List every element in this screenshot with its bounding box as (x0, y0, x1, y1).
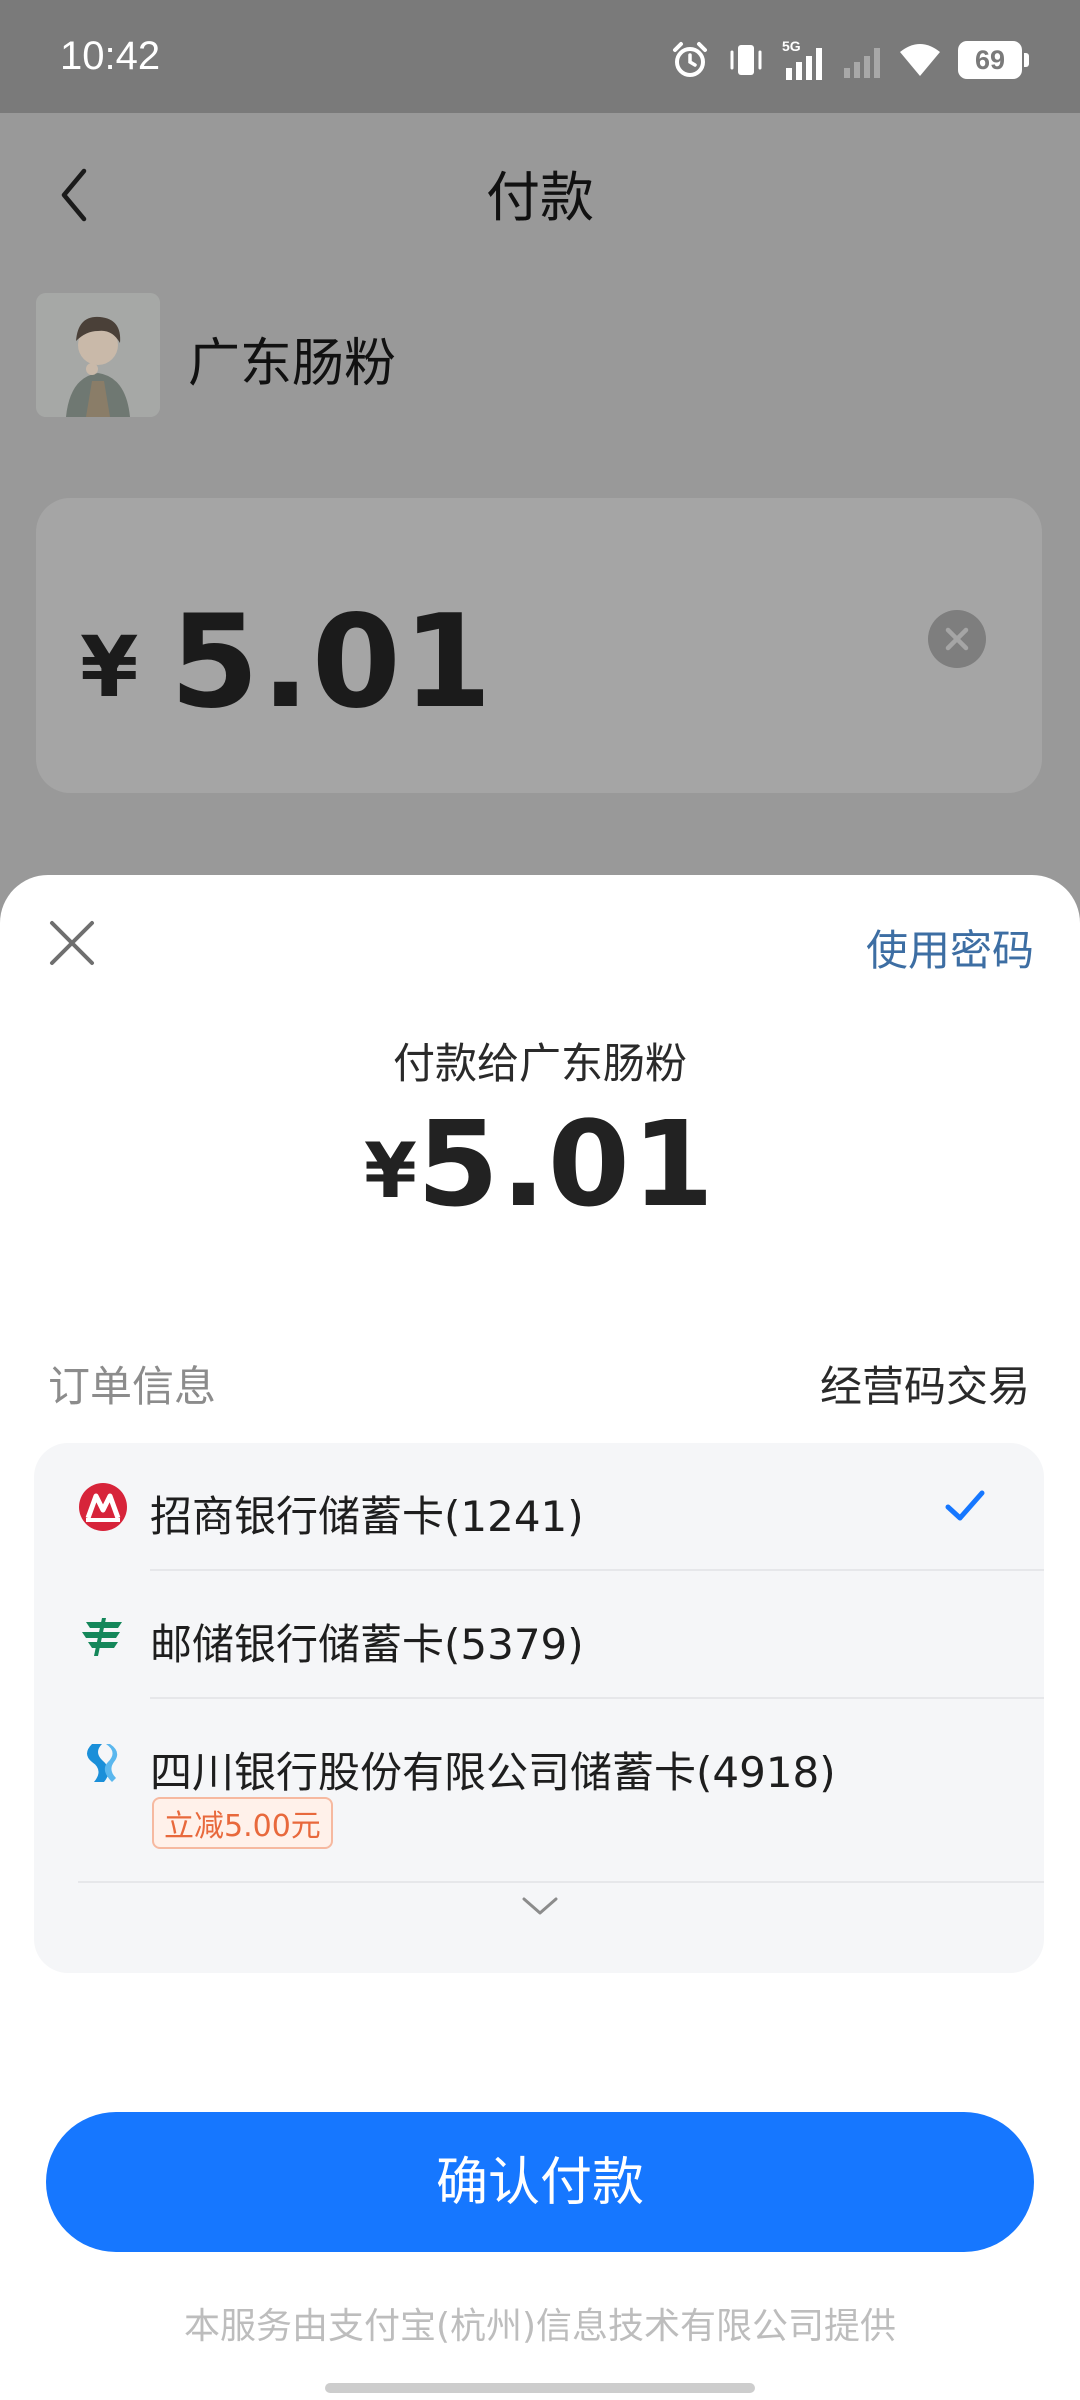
alarm-icon (673, 42, 707, 77)
checkmark-icon (945, 1490, 985, 1521)
currency-symbol: ¥ (80, 618, 139, 716)
pay-to-label: 付款给广东肠粉 (392, 1039, 687, 1088)
avatar-illustration (36, 293, 160, 417)
close-icon[interactable] (44, 915, 100, 971)
cmb-bank-icon (79, 1483, 127, 1531)
clear-amount-button[interactable] (928, 610, 986, 668)
confirm-payment-button[interactable]: 确认付款 (46, 2112, 1034, 2252)
promo-badge: 立减5.00元 (152, 1797, 333, 1849)
home-indicator[interactable] (325, 2383, 755, 2393)
sichuan-bank-icon (87, 1744, 118, 1782)
payment-method-row[interactable]: 四川银行股份有限公司储蓄卡(4918) (34, 1699, 1044, 1881)
merchant-name: 广东肠粉 (188, 334, 397, 394)
status-bar: 10:42 5G 69 (0, 0, 1080, 113)
list-divider (78, 1881, 1044, 1883)
status-icons: 5G 69 (670, 38, 1029, 82)
svg-text:5G: 5G (782, 38, 801, 54)
vibrate-icon (730, 45, 762, 75)
amount-value: 5.01 (416, 1095, 717, 1233)
payment-method-row[interactable]: 邮储银行储蓄卡(5379) (34, 1571, 1044, 1699)
signal-icon (844, 48, 880, 78)
wifi-icon (900, 44, 940, 76)
payment-confirm-sheet: 使用密码 付款给广东肠粉 ¥5.01 订单信息 经营码交易 招商银行储蓄卡(12… (0, 875, 1080, 2400)
battery-icon: 69 (958, 41, 1029, 79)
status-time: 10:42 (60, 34, 161, 78)
order-type: 经营码交易 (819, 1362, 1030, 1411)
psbc-bank-icon (82, 1618, 122, 1656)
currency-symbol: ¥ (363, 1126, 417, 1215)
payment-method-name: 邮储银行储蓄卡(5379) (150, 1620, 584, 1669)
payment-method-name: 四川银行股份有限公司储蓄卡(4918) (150, 1748, 836, 1797)
order-info-label[interactable]: 订单信息 (48, 1353, 216, 1414)
chevron-down-icon (522, 1897, 558, 1915)
signal-5g-icon: 5G (782, 38, 822, 80)
page-title: 付款 (486, 166, 594, 229)
payment-amount: ¥5.01 (0, 1095, 1080, 1233)
clear-icon (945, 627, 969, 651)
payment-method-row[interactable]: 招商银行储蓄卡(1241) (34, 1443, 1044, 1571)
amount-input-card[interactable]: ¥ 5.01 (36, 498, 1042, 793)
amount-input-value[interactable]: 5.01 (170, 588, 494, 737)
payment-method-name: 招商银行储蓄卡(1241) (150, 1492, 584, 1541)
use-password-link[interactable]: 使用密码 (866, 917, 1034, 978)
promo-badge-wrap: 立减5.00元 (152, 1797, 333, 1849)
payment-method-list: 招商银行储蓄卡(1241) 邮储银行储蓄卡(5379) 四川银行股份有限公司储蓄… (34, 1443, 1044, 1973)
expand-methods-button[interactable] (0, 1895, 1080, 1935)
service-provider-note: 本服务由支付宝(杭州)信息技术有限公司提供 (183, 2306, 897, 2347)
merchant-avatar (36, 293, 160, 417)
